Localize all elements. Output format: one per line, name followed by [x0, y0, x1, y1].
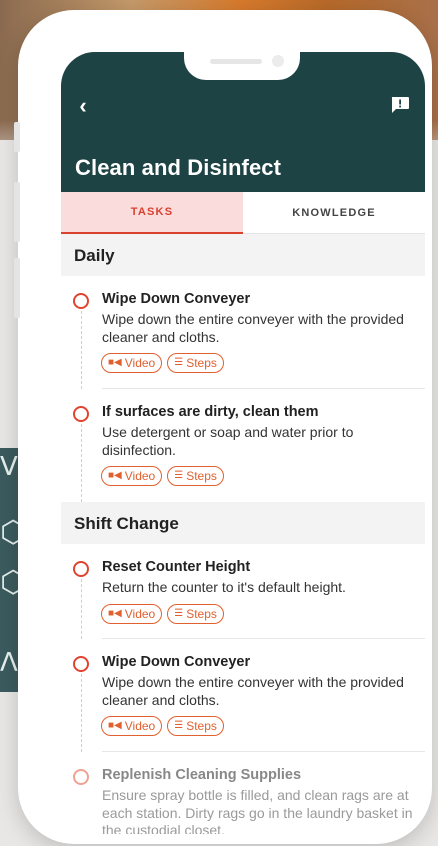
- section-header-daily: Daily: [61, 234, 425, 276]
- task-checkbox[interactable]: [73, 406, 89, 422]
- task-title: Reset Counter Height: [102, 559, 251, 575]
- task-item[interactable]: Wipe Down Conveyer Wipe down the entire …: [61, 639, 425, 752]
- list-icon: ☰: [174, 608, 184, 619]
- timeline-line: [81, 674, 82, 752]
- phone-mute-button: [14, 122, 20, 152]
- back-button[interactable]: ‹: [71, 94, 95, 118]
- page-title: Clean and Disinfect: [75, 155, 282, 180]
- steps-button-label: Steps: [186, 469, 217, 483]
- steps-button[interactable]: ☰ Steps: [167, 716, 224, 736]
- timeline-line: [81, 424, 82, 502]
- task-checkbox[interactable]: [73, 293, 89, 309]
- video-button[interactable]: ■◀ Video: [101, 466, 163, 486]
- phone-volume-down-button: [14, 258, 20, 318]
- task-title: If surfaces are dirty, clean them: [102, 404, 319, 420]
- video-camera-icon: ■◀: [108, 470, 122, 481]
- steps-button-label: Steps: [186, 719, 217, 733]
- video-button-label: Video: [124, 469, 156, 483]
- steps-button[interactable]: ☰ Steps: [167, 353, 224, 373]
- task-item[interactable]: Replenish Cleaning Supplies Ensure spray…: [61, 752, 425, 834]
- video-button-label: Video: [124, 719, 156, 733]
- tab-tasks[interactable]: TASKS: [61, 192, 243, 234]
- task-title: Replenish Cleaning Supplies: [102, 767, 302, 783]
- section-title: Shift Change: [74, 514, 179, 533]
- chevron-left-icon: ‹: [79, 93, 87, 118]
- steps-button-label: Steps: [186, 356, 217, 370]
- task-description: Ensure spray bottle is filled, and clean…: [102, 787, 413, 834]
- list-icon: ☰: [174, 357, 184, 368]
- phone-camera: [272, 55, 284, 67]
- task-title: Wipe Down Conveyer: [102, 654, 251, 670]
- video-button-label: Video: [124, 356, 156, 370]
- task-actions: ■◀ Video ☰ Steps: [101, 604, 224, 624]
- task-title: Wipe Down Conveyer: [102, 291, 251, 307]
- phone-frame: ‹ Clean and Disinfect TASKS KNOWLEDGE Da…: [14, 10, 432, 844]
- task-actions: ■◀ Video ☰ Steps: [101, 716, 224, 736]
- task-actions: ■◀ Video ☰ Steps: [101, 466, 224, 486]
- task-checkbox[interactable]: [73, 656, 89, 672]
- video-camera-icon: ■◀: [108, 357, 122, 368]
- steps-button[interactable]: ☰ Steps: [167, 604, 224, 624]
- report-button[interactable]: [390, 96, 410, 114]
- phone-volume-up-button: [14, 182, 20, 242]
- steps-button-label: Steps: [186, 607, 217, 621]
- phone-notch: [184, 50, 300, 80]
- list-icon: ☰: [174, 720, 184, 731]
- timeline-line: [81, 311, 82, 389]
- section-header-shift-change: Shift Change: [61, 502, 425, 544]
- task-actions: ■◀ Video ☰ Steps: [101, 353, 224, 373]
- app-screen: ‹ Clean and Disinfect TASKS KNOWLEDGE Da…: [61, 52, 425, 834]
- section-title: Daily: [74, 246, 115, 265]
- video-camera-icon: ■◀: [108, 608, 122, 619]
- video-button-label: Video: [124, 607, 156, 621]
- timeline-line: [81, 579, 82, 639]
- task-item[interactable]: If surfaces are dirty, clean them Use de…: [61, 389, 425, 502]
- tab-knowledge[interactable]: KNOWLEDGE: [243, 192, 425, 234]
- video-button[interactable]: ■◀ Video: [101, 716, 163, 736]
- task-checkbox[interactable]: [73, 561, 89, 577]
- task-description: Wipe down the entire conveyer with the p…: [102, 674, 404, 708]
- list-icon: ☰: [174, 470, 184, 481]
- task-item[interactable]: Reset Counter Height Return the counter …: [61, 544, 425, 639]
- task-description: Use detergent or soap and water prior to…: [102, 424, 354, 458]
- video-button[interactable]: ■◀ Video: [101, 604, 163, 624]
- tab-bar: TASKS KNOWLEDGE: [61, 192, 425, 234]
- task-description: Wipe down the entire conveyer with the p…: [102, 311, 404, 345]
- task-item[interactable]: Wipe Down Conveyer Wipe down the entire …: [61, 276, 425, 389]
- task-checkbox[interactable]: [73, 769, 89, 785]
- phone-speaker: [210, 59, 262, 64]
- task-description: Return the counter to it's default heigh…: [102, 579, 346, 595]
- steps-button[interactable]: ☰ Steps: [167, 466, 224, 486]
- report-icon: [391, 97, 409, 113]
- video-camera-icon: ■◀: [108, 720, 122, 731]
- task-list: Daily Wipe Down Conveyer Wipe down the e…: [61, 234, 425, 834]
- video-button[interactable]: ■◀ Video: [101, 353, 163, 373]
